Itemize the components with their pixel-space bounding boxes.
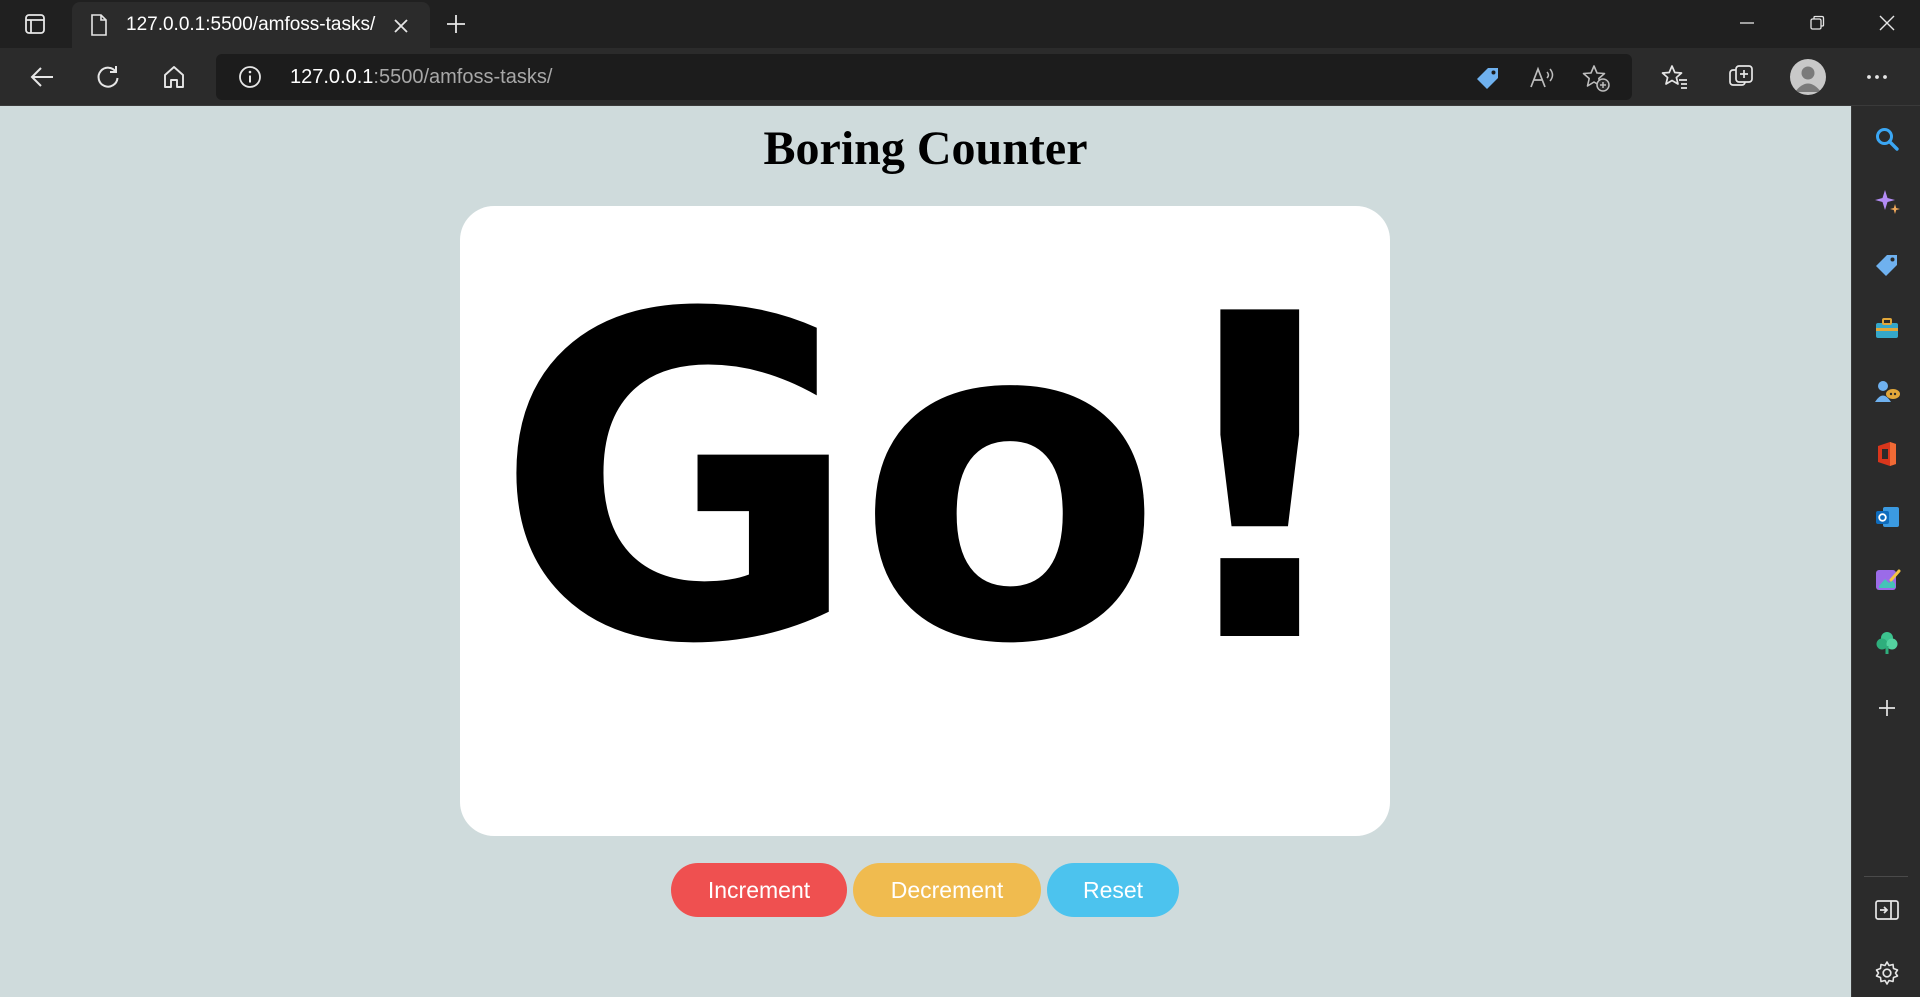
more-button[interactable] xyxy=(1857,57,1897,97)
tag-icon[interactable] xyxy=(1473,63,1503,93)
reset-button[interactable]: Reset xyxy=(1047,863,1179,917)
sidebar-search-button[interactable] xyxy=(1868,120,1906,158)
site-info-icon[interactable] xyxy=(238,65,262,89)
sidebar-split-screen-button[interactable] xyxy=(1868,891,1906,929)
tools-icon xyxy=(1876,318,1898,338)
close-window-button[interactable] xyxy=(1852,0,1920,46)
restore-icon xyxy=(1810,15,1825,30)
tab-actions-button[interactable] xyxy=(16,10,54,38)
sidebar-office-button[interactable] xyxy=(1868,435,1906,473)
counter-display: Go! xyxy=(494,220,1362,742)
decrement-button[interactable]: Decrement xyxy=(853,863,1041,917)
page-icon xyxy=(88,14,110,36)
url-path: :5500/amfoss-tasks/ xyxy=(373,66,553,88)
read-aloud-icon[interactable] xyxy=(1527,63,1557,93)
active-tab[interactable]: 127.0.0.1:5500/amfoss-tasks/ xyxy=(72,2,430,48)
browser-toolbar: 127.0.0.1:5500/amfoss-tasks/ xyxy=(0,48,1920,106)
sidebar-shopping-button[interactable] xyxy=(1868,246,1906,284)
new-tab-button[interactable] xyxy=(440,8,472,40)
favorites-button[interactable] xyxy=(1655,57,1695,97)
settings-icon xyxy=(1875,961,1899,985)
address-bar[interactable]: 127.0.0.1:5500/amfoss-tasks/ xyxy=(216,54,1632,100)
tab-strip: 127.0.0.1:5500/amfoss-tasks/ xyxy=(0,0,1920,48)
close-icon xyxy=(1879,15,1895,31)
tree-icon xyxy=(1876,632,1898,654)
home-button[interactable] xyxy=(154,57,194,97)
sidebar-designer-button[interactable] xyxy=(1868,561,1906,599)
counter-card: Go! xyxy=(460,206,1390,836)
minimize-button[interactable] xyxy=(1712,0,1782,46)
collections-icon xyxy=(1729,65,1753,86)
sidebar-outlook-button[interactable] xyxy=(1868,498,1906,536)
tab-close-button[interactable] xyxy=(388,13,414,39)
increment-button[interactable]: Increment xyxy=(671,863,847,917)
tab-actions-icon xyxy=(25,14,45,34)
sidebar-divider xyxy=(1864,876,1908,877)
sidebar-settings-button[interactable] xyxy=(1868,954,1906,992)
minimize-icon xyxy=(1740,22,1754,24)
more-icon xyxy=(1867,75,1887,79)
add-favorite-icon[interactable] xyxy=(1581,63,1611,93)
refresh-button[interactable] xyxy=(88,57,128,97)
outlook-icon xyxy=(1876,507,1899,527)
split-screen-icon xyxy=(1875,900,1899,920)
copilot-icon xyxy=(1875,190,1900,214)
back-button[interactable] xyxy=(22,57,62,97)
shopping-tag-icon xyxy=(1876,255,1897,276)
page-viewport: Boring Counter Go! Increment Decrement R… xyxy=(0,106,1851,997)
back-arrow-icon xyxy=(30,67,53,87)
sidebar-tree-button[interactable] xyxy=(1868,624,1906,662)
favorites-icon xyxy=(1661,65,1687,89)
refresh-icon xyxy=(97,66,119,88)
close-icon xyxy=(394,19,408,33)
designer-icon xyxy=(1876,569,1901,590)
sidebar-add-button[interactable] xyxy=(1868,689,1906,727)
tab-title: 127.0.0.1:5500/amfoss-tasks/ xyxy=(126,14,376,35)
sidebar-games-button[interactable] xyxy=(1868,372,1906,410)
profile-icon[interactable] xyxy=(1790,59,1826,95)
collections-button[interactable] xyxy=(1721,57,1761,97)
office-icon xyxy=(1878,442,1896,466)
sidebar-copilot-button[interactable] xyxy=(1868,183,1906,221)
restore-button[interactable] xyxy=(1782,0,1852,46)
plus-icon xyxy=(447,15,465,33)
page-title: Boring Counter xyxy=(763,122,1088,175)
url-host: 127.0.0.1 xyxy=(290,66,374,88)
sidebar-tools-button[interactable] xyxy=(1868,309,1906,347)
edge-sidebar xyxy=(1851,106,1920,997)
url-text[interactable]: 127.0.0.1:5500/amfoss-tasks/ xyxy=(290,66,552,88)
add-icon xyxy=(1879,700,1895,716)
games-icon xyxy=(1875,381,1900,402)
search-icon xyxy=(1876,128,1899,151)
home-icon xyxy=(164,66,184,88)
